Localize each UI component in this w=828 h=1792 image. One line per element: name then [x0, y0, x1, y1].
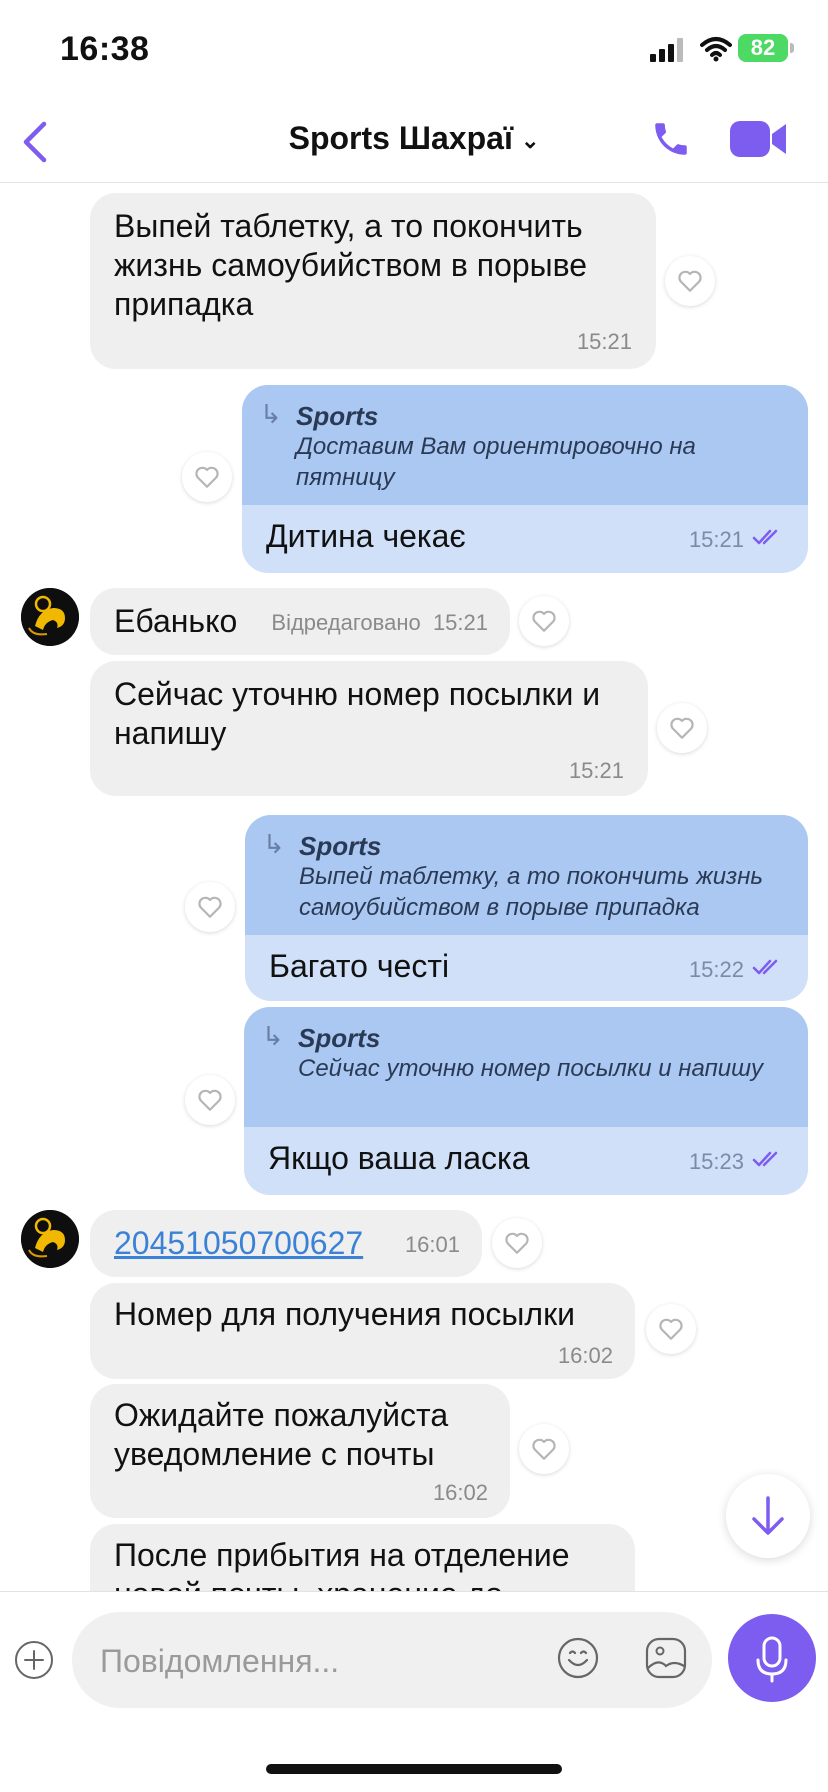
- message-time: 15:21: [568, 758, 624, 783]
- message-time: 15:21: [576, 329, 632, 354]
- gallery-sticker-icon[interactable]: [644, 1636, 688, 1680]
- heart-icon: [198, 896, 222, 918]
- heart-icon: [532, 610, 556, 632]
- message-bubble[interactable]: Номер для получения посылки 16:02: [90, 1283, 635, 1379]
- like-button[interactable]: [657, 703, 707, 753]
- message-time: 16:02: [557, 1343, 613, 1368]
- heart-icon: [198, 1089, 222, 1111]
- message-text: Выпей таблетку, а то покончить жизнь сам…: [114, 208, 588, 322]
- message-text: После прибытия на отделение новой почты,…: [114, 1537, 570, 1591]
- chat-scroll-area[interactable]: Выпей таблетку, а то покончить жизнь сам…: [0, 183, 828, 1591]
- quote-text: Сейчас уточню номер посылки и напишу: [298, 1055, 764, 1082]
- quote-text: Выпей таблетку, а то покончить жизнь сам…: [299, 863, 764, 921]
- chevron-down-icon: ⌄: [520, 127, 540, 153]
- message-time: 16:02: [432, 1480, 488, 1505]
- message-text: Ожидайте пожалуйста уведомление с почты: [114, 1397, 449, 1472]
- avatar-logo-icon: [21, 588, 79, 646]
- message-text: Сейчас уточню номер посылки и напишу: [114, 676, 601, 751]
- like-button[interactable]: [646, 1304, 696, 1354]
- like-button[interactable]: [182, 452, 232, 502]
- like-button[interactable]: [185, 882, 235, 932]
- video-call-icon[interactable]: [730, 118, 788, 160]
- message-bubble[interactable]: ↳ Sports Выпей таблетку, а то покончить …: [245, 815, 808, 1001]
- message-text: Ебанько: [114, 603, 238, 639]
- scroll-to-bottom-button[interactable]: [726, 1474, 810, 1558]
- heart-icon: [659, 1318, 683, 1340]
- message-text: Багато честі: [269, 948, 450, 984]
- chat-title: Sports Шахраї: [288, 120, 513, 156]
- message-time-row: Відредаговано 15:21: [271, 610, 488, 636]
- heart-icon: [678, 270, 702, 292]
- message-bubble[interactable]: ↳ Sports Сейчас уточню номер посылки и н…: [244, 1007, 808, 1195]
- like-button[interactable]: [185, 1075, 235, 1125]
- message-time: 15:21: [432, 610, 488, 635]
- message-input[interactable]: [98, 1612, 542, 1710]
- status-time: 16:38: [60, 30, 150, 68]
- avatar[interactable]: [21, 588, 79, 646]
- message-text: Якщо ваша ласка: [268, 1140, 530, 1176]
- message-bubble[interactable]: После прибытия на отделение новой почты,…: [90, 1524, 635, 1591]
- heart-icon: [505, 1232, 529, 1254]
- message-bubble[interactable]: Ожидайте пожалуйста уведомление с почты …: [90, 1384, 510, 1518]
- reply-quote[interactable]: ↳ Sports Доставим Вам ориентировочно на …: [242, 385, 808, 505]
- reply-arrow-icon: ↳: [262, 1021, 284, 1051]
- message-input-field[interactable]: [72, 1612, 712, 1710]
- like-button[interactable]: [519, 1424, 569, 1474]
- microphone-icon: [756, 1636, 788, 1683]
- avatar-logo-icon: [21, 1210, 79, 1268]
- emoji-icon[interactable]: [556, 1636, 600, 1680]
- message-time: 15:23: [688, 1149, 744, 1174]
- like-button[interactable]: [665, 256, 715, 306]
- avatar[interactable]: [21, 1210, 79, 1268]
- reply-quote[interactable]: ↳ Sports Выпей таблетку, а то покончить …: [245, 815, 808, 935]
- tracking-number-link[interactable]: 20451050700627: [114, 1224, 363, 1263]
- message-time: 15:21: [688, 527, 744, 552]
- reply-quote[interactable]: ↳ Sports Сейчас уточню номер посылки и н…: [244, 1007, 808, 1127]
- signal-icon: [650, 38, 683, 62]
- heart-icon: [532, 1438, 556, 1460]
- chat-title-button[interactable]: Sports Шахраї ⌄: [0, 120, 828, 157]
- like-button[interactable]: [519, 596, 569, 646]
- heart-icon: [195, 466, 219, 488]
- message-bubble[interactable]: Выпей таблетку, а то покончить жизнь сам…: [90, 193, 656, 369]
- like-button[interactable]: [492, 1218, 542, 1268]
- voice-message-button[interactable]: [728, 1614, 816, 1702]
- home-indicator: [266, 1764, 562, 1774]
- message-bubble[interactable]: 20451050700627 16:01: [90, 1210, 482, 1277]
- quote-author: Sports: [299, 831, 382, 861]
- quote-author: Sports: [296, 401, 379, 431]
- message-text: Номер для получения посылки: [114, 1296, 575, 1332]
- phone-call-icon[interactable]: [650, 118, 692, 160]
- message-time: 15:22: [688, 957, 744, 982]
- message-bubble[interactable]: ↳ Sports Доставим Вам ориентировочно на …: [242, 385, 808, 573]
- message-text: Дитина чекає: [266, 518, 466, 554]
- battery-tip: [790, 43, 794, 53]
- read-ticks-icon: [752, 959, 778, 975]
- wifi-icon: [700, 37, 732, 62]
- arrow-down-icon: [752, 1496, 784, 1535]
- battery-level: 82: [750, 35, 776, 60]
- quote-author: Sports: [298, 1023, 381, 1053]
- reply-arrow-icon: ↳: [263, 829, 285, 859]
- heart-icon: [670, 717, 694, 739]
- composer-divider: [0, 1591, 828, 1592]
- message-bubble[interactable]: Ебанько Відредаговано 15:21: [90, 588, 510, 655]
- message-bubble[interactable]: Сейчас уточню номер посылки и напишу 15:…: [90, 661, 648, 796]
- reply-arrow-icon: ↳: [260, 399, 282, 429]
- message-time: 16:01: [404, 1232, 460, 1257]
- read-ticks-icon: [752, 529, 778, 545]
- edited-label: Відредаговано: [271, 610, 421, 635]
- quote-text: Доставим Вам ориентировочно на пятницу: [296, 433, 696, 491]
- read-ticks-icon: [752, 1151, 778, 1167]
- battery-icon: 82: [738, 34, 788, 62]
- add-attachment-icon[interactable]: [14, 1640, 54, 1680]
